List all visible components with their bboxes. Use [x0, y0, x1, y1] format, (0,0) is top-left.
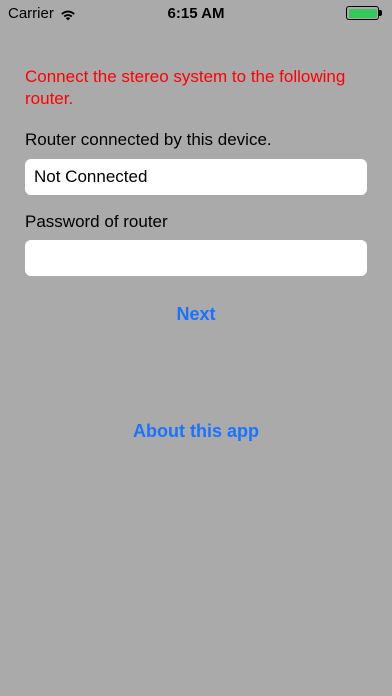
instruction-text: Connect the stereo system to the followi… [25, 67, 346, 108]
about-app-button[interactable]: About this app [0, 421, 392, 442]
password-field[interactable] [25, 240, 367, 276]
battery-fill [348, 8, 377, 18]
next-button[interactable]: Next [0, 304, 392, 325]
battery-icon [346, 6, 384, 20]
status-bar: Carrier 6:15 AM [0, 0, 392, 28]
router-field[interactable]: Not Connected [25, 159, 367, 195]
battery-tip [379, 10, 382, 16]
battery-shell [346, 6, 379, 20]
status-time: 6:15 AM [167, 5, 225, 22]
password-label: Password of router [25, 212, 168, 231]
router-label: Router connected by this device. [25, 130, 272, 149]
